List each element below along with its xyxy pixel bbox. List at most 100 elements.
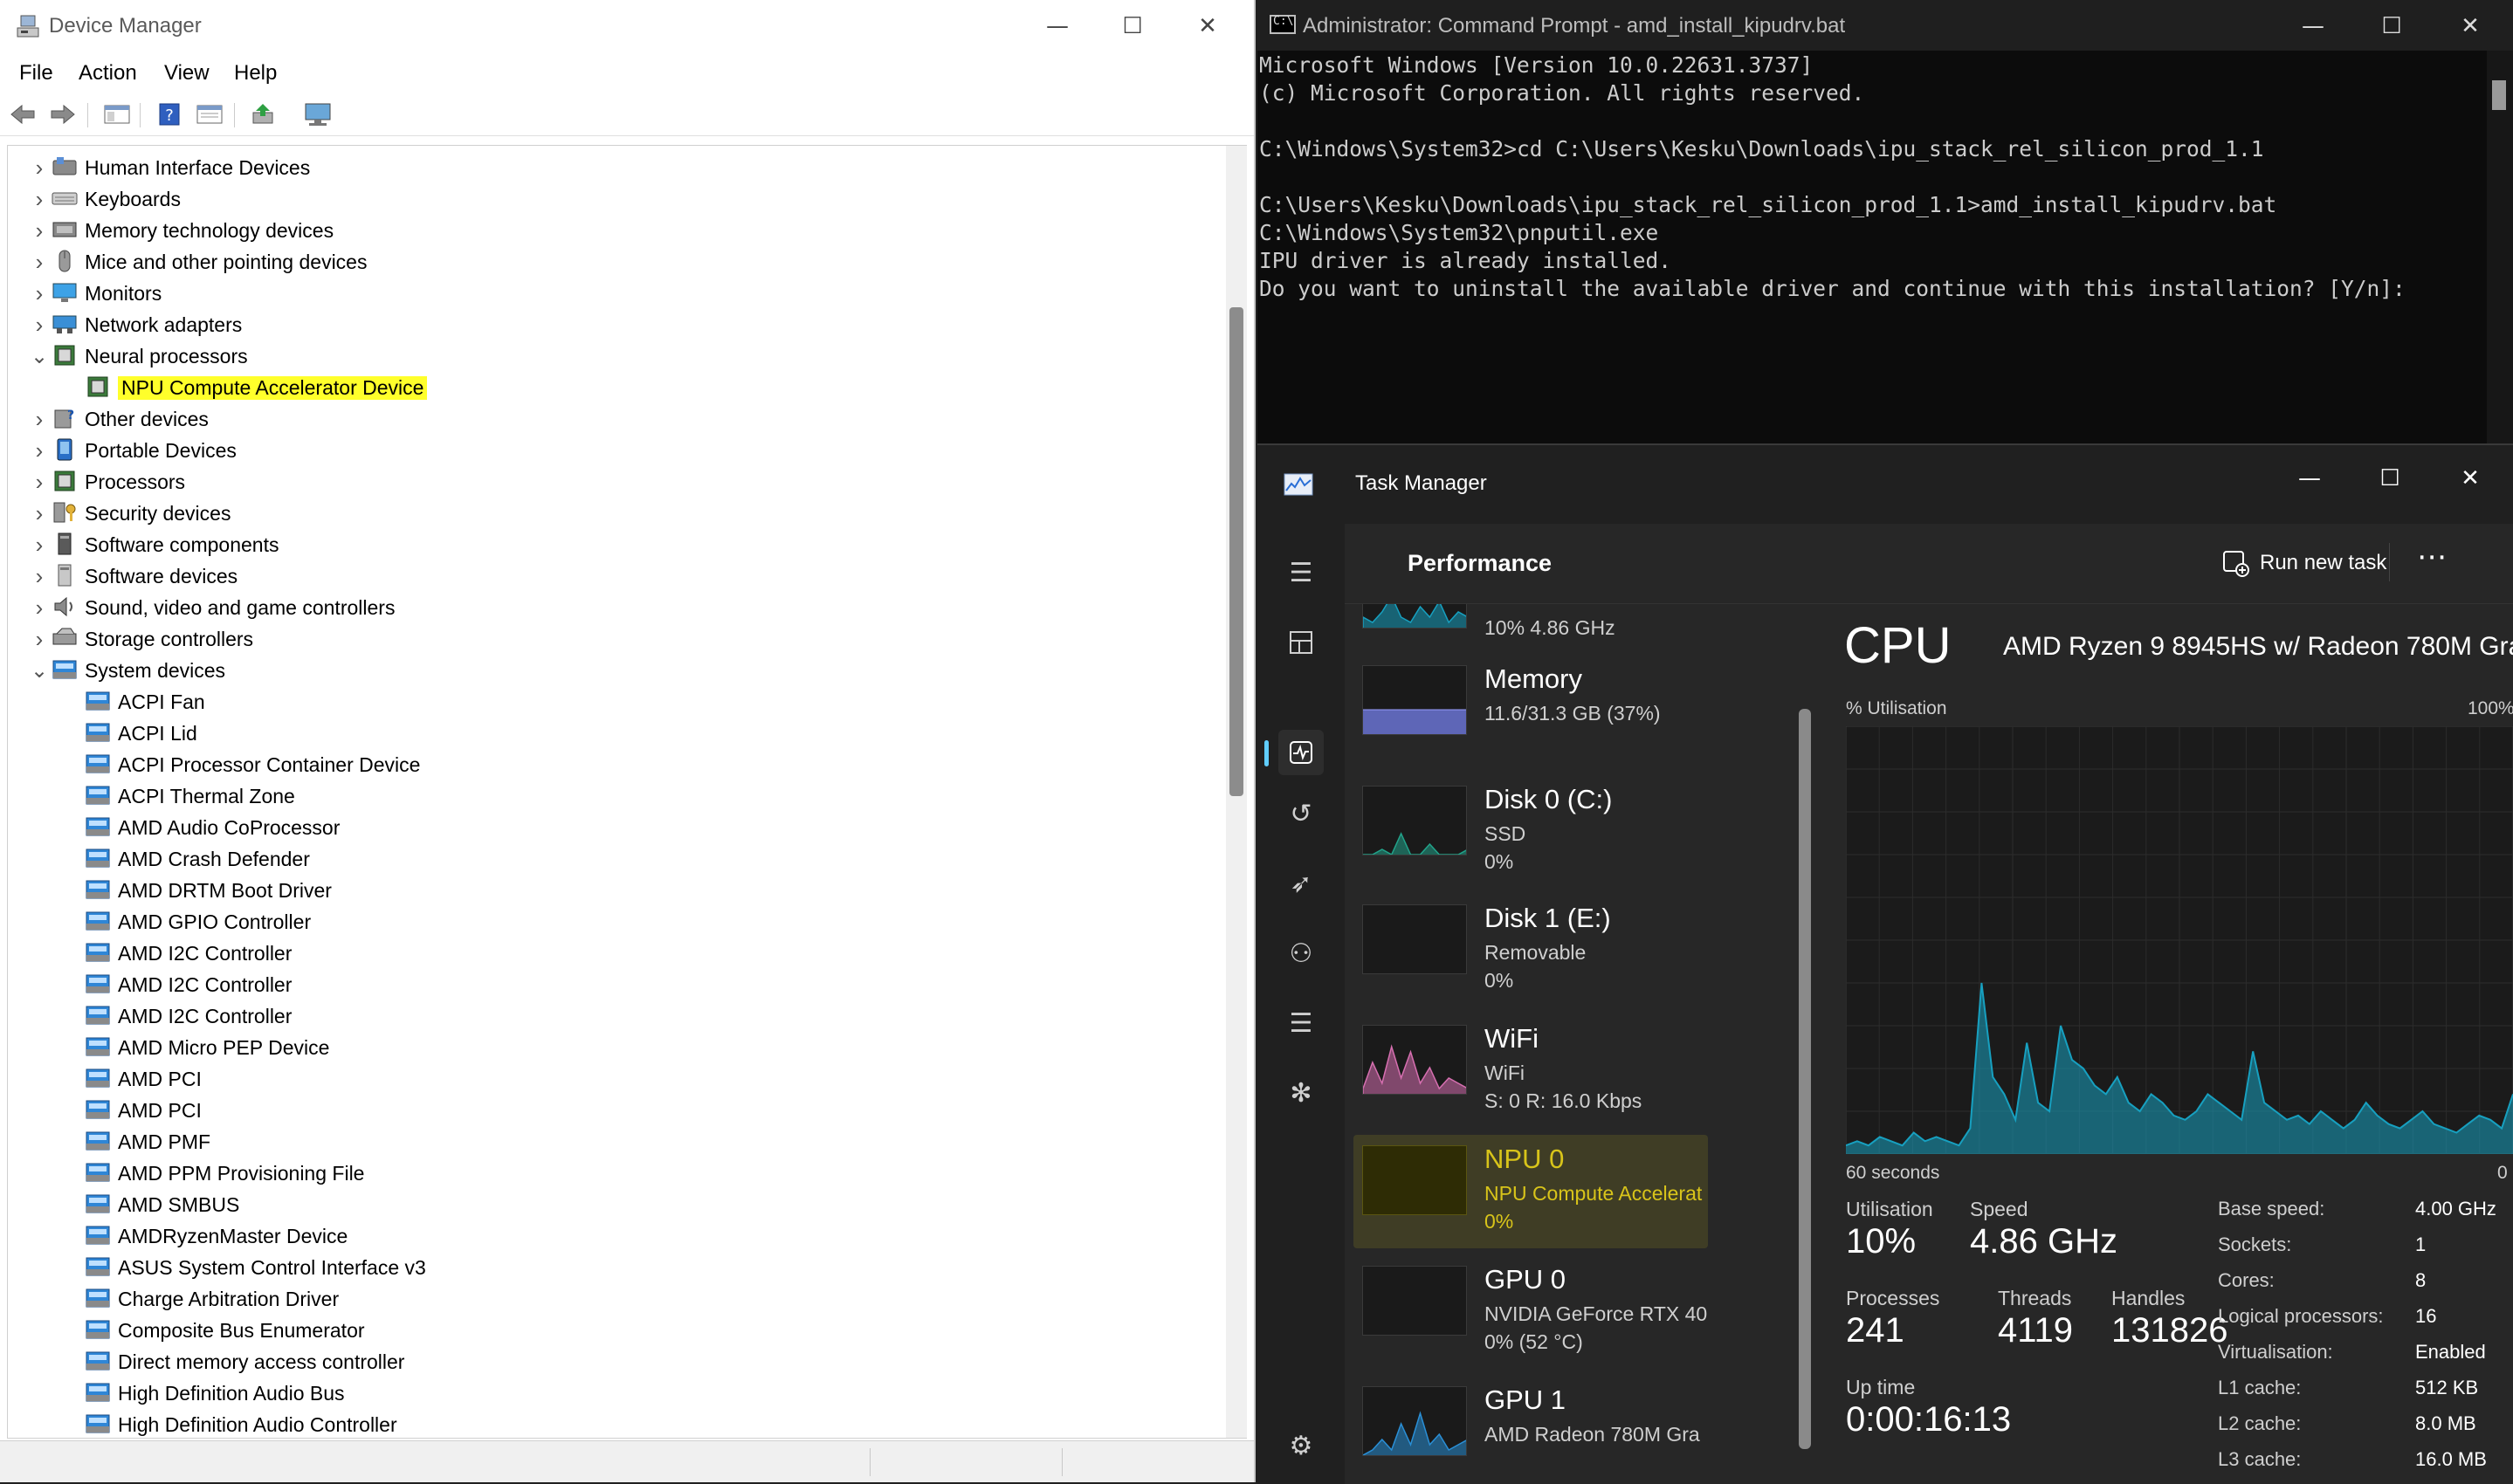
- nav-users[interactable]: ⚇: [1278, 931, 1324, 976]
- nav-startup-apps[interactable]: ➶: [1278, 861, 1324, 906]
- scan-hardware-button[interactable]: [302, 100, 334, 129]
- resource-item[interactable]: Disk 0 (C:) SSD 0%: [1353, 775, 1708, 889]
- tree-device[interactable]: AMD PCI: [85, 1064, 202, 1094]
- chevron-down-icon[interactable]: ⌄: [27, 344, 52, 369]
- device-tree[interactable]: › Human Interface Devices › Keyboards › Memor…: [7, 145, 1247, 1439]
- task-manager-titlebar[interactable]: Task Manager — ☐ ✕: [1257, 445, 2513, 524]
- run-new-task-button[interactable]: Run new task: [2221, 541, 2386, 585]
- tree-device[interactable]: AMD Crash Defender: [85, 844, 310, 874]
- tree-category[interactable]: ⌄ Neural processors: [31, 341, 248, 371]
- nav-details[interactable]: ☰: [1278, 1000, 1324, 1046]
- tree-device[interactable]: Direct memory access controller: [85, 1347, 404, 1377]
- tree-device[interactable]: ACPI Thermal Zone: [85, 781, 295, 811]
- help-button[interactable]: ?: [154, 100, 185, 129]
- tree-device[interactable]: NPU Compute Accelerator Device: [85, 373, 428, 402]
- menu-file[interactable]: File: [19, 61, 53, 86]
- chevron-right-icon[interactable]: ›: [27, 186, 52, 213]
- chevron-right-icon[interactable]: ›: [27, 280, 52, 307]
- close-button[interactable]: ✕: [1170, 0, 1245, 52]
- chevron-right-icon[interactable]: ›: [27, 249, 52, 276]
- tree-category[interactable]: › Memory technology devices: [36, 216, 334, 245]
- back-button[interactable]: [7, 100, 38, 129]
- more-options-button[interactable]: ⋯: [2417, 539, 2447, 574]
- maximize-button[interactable]: ☐: [1095, 0, 1170, 52]
- tree-category[interactable]: › Monitors: [36, 278, 162, 308]
- command-prompt-titlebar[interactable]: C:\ Administrator: Command Prompt - amd_…: [1257, 0, 2513, 51]
- minimize-button[interactable]: —: [1020, 0, 1095, 52]
- chevron-right-icon[interactable]: ›: [27, 155, 52, 182]
- minimize-button[interactable]: —: [2275, 0, 2351, 52]
- tree-category[interactable]: › Keyboards: [36, 184, 181, 214]
- menu-help[interactable]: Help: [234, 61, 277, 86]
- nav-processes[interactable]: [1278, 620, 1324, 665]
- tree-device[interactable]: High Definition Audio Controller: [85, 1410, 397, 1438]
- device-manager-titlebar[interactable]: Device Manager — ☐ ✕: [0, 0, 1254, 54]
- tree-device[interactable]: AMDRyzenMaster Device: [85, 1221, 348, 1251]
- chevron-right-icon[interactable]: ›: [27, 500, 52, 527]
- hamburger-menu-button[interactable]: ☰: [1278, 550, 1324, 595]
- resource-item[interactable]: 10% 4.86 GHz: [1353, 604, 1708, 662]
- tree-device[interactable]: AMD I2C Controller: [85, 1001, 292, 1031]
- minimize-button[interactable]: —: [2272, 452, 2347, 505]
- tree-device[interactable]: AMD DRTM Boot Driver: [85, 876, 332, 905]
- nav-app-history[interactable]: ↺: [1278, 791, 1324, 836]
- console-output[interactable]: Microsoft Windows [Version 10.0.22631.37…: [1257, 51, 2487, 443]
- close-button[interactable]: ✕: [2433, 452, 2508, 505]
- console-scrollbar-thumb[interactable]: [2492, 80, 2506, 110]
- properties-button[interactable]: [194, 100, 225, 129]
- tree-device[interactable]: AMD PMF: [85, 1127, 210, 1157]
- chevron-right-icon[interactable]: ›: [27, 532, 52, 559]
- chevron-right-icon[interactable]: ›: [27, 312, 52, 339]
- tree-scrollbar-thumb[interactable]: [1229, 307, 1243, 796]
- nav-services[interactable]: ✻: [1278, 1070, 1324, 1116]
- chevron-right-icon[interactable]: ›: [27, 563, 52, 590]
- tree-device[interactable]: AMD GPIO Controller: [85, 907, 311, 937]
- forward-button[interactable]: [47, 100, 79, 129]
- tree-category[interactable]: › Storage controllers: [36, 624, 253, 654]
- tree-category[interactable]: › Network adapters: [36, 310, 243, 340]
- resource-item[interactable]: WiFi WiFi S: 0 R: 16.0 Kbps: [1353, 1014, 1708, 1128]
- tree-category[interactable]: › Human Interface Devices: [36, 153, 311, 182]
- resource-item[interactable]: GPU 1 AMD Radeon 780M Gra: [1353, 1376, 1708, 1484]
- tree-device[interactable]: AMD PCI: [85, 1096, 202, 1125]
- maximize-button[interactable]: ☐: [2352, 452, 2427, 505]
- tree-device[interactable]: ACPI Fan: [85, 687, 205, 717]
- tree-category[interactable]: › Software devices: [36, 561, 238, 591]
- chevron-right-icon[interactable]: ›: [27, 406, 52, 433]
- resource-item[interactable]: NPU 0 NPU Compute Accelerat 0%: [1353, 1135, 1708, 1248]
- tree-category[interactable]: ⌄ System devices: [31, 656, 225, 685]
- tree-category[interactable]: › Software components: [36, 530, 279, 560]
- show-hide-console-tree-button[interactable]: [101, 100, 133, 129]
- tree-category[interactable]: › Portable Devices: [36, 436, 237, 465]
- tree-category[interactable]: › Security devices: [36, 498, 231, 528]
- resource-list[interactable]: 10% 4.86 GHz Memory 11.6/31.3 GB (37%) Disk…: [1345, 604, 1729, 1484]
- tree-device[interactable]: ACPI Lid: [85, 718, 197, 748]
- update-driver-button[interactable]: [248, 100, 279, 129]
- nav-performance[interactable]: [1278, 730, 1324, 775]
- chevron-right-icon[interactable]: ›: [27, 594, 52, 622]
- resource-list-scrollbar[interactable]: [1799, 709, 1811, 1449]
- menu-action[interactable]: Action: [79, 61, 137, 86]
- tree-category[interactable]: › Sound, video and game controllers: [36, 593, 396, 622]
- chevron-right-icon[interactable]: ›: [27, 437, 52, 464]
- tree-device[interactable]: ACPI Processor Container Device: [85, 750, 420, 780]
- resource-item[interactable]: Memory 11.6/31.3 GB (37%): [1353, 655, 1708, 768]
- chevron-down-icon[interactable]: ⌄: [27, 658, 52, 684]
- tree-device[interactable]: AMD Micro PEP Device: [85, 1033, 329, 1062]
- tree-device[interactable]: AMD Audio CoProcessor: [85, 813, 340, 842]
- chevron-right-icon[interactable]: ›: [27, 469, 52, 496]
- tree-device[interactable]: ASUS System Control Interface v3: [85, 1253, 426, 1282]
- tree-device[interactable]: Composite Bus Enumerator: [85, 1316, 365, 1345]
- tree-device[interactable]: High Definition Audio Bus: [85, 1378, 345, 1408]
- tree-device[interactable]: AMD I2C Controller: [85, 970, 292, 1000]
- maximize-button[interactable]: ☐: [2354, 0, 2429, 52]
- tree-device[interactable]: AMD SMBUS: [85, 1190, 239, 1219]
- tree-category[interactable]: › Mice and other pointing devices: [36, 247, 368, 277]
- resource-item[interactable]: Disk 1 (E:) Removable 0%: [1353, 894, 1708, 1007]
- tree-device[interactable]: AMD PPM Provisioning File: [85, 1158, 364, 1188]
- close-button[interactable]: ✕: [2433, 0, 2508, 52]
- menu-view[interactable]: View: [164, 61, 210, 86]
- chevron-right-icon[interactable]: ›: [27, 217, 52, 244]
- tree-category[interactable]: ›? Other devices: [36, 404, 209, 434]
- resource-item[interactable]: GPU 0 NVIDIA GeForce RTX 40 0% (52 °C): [1353, 1255, 1708, 1369]
